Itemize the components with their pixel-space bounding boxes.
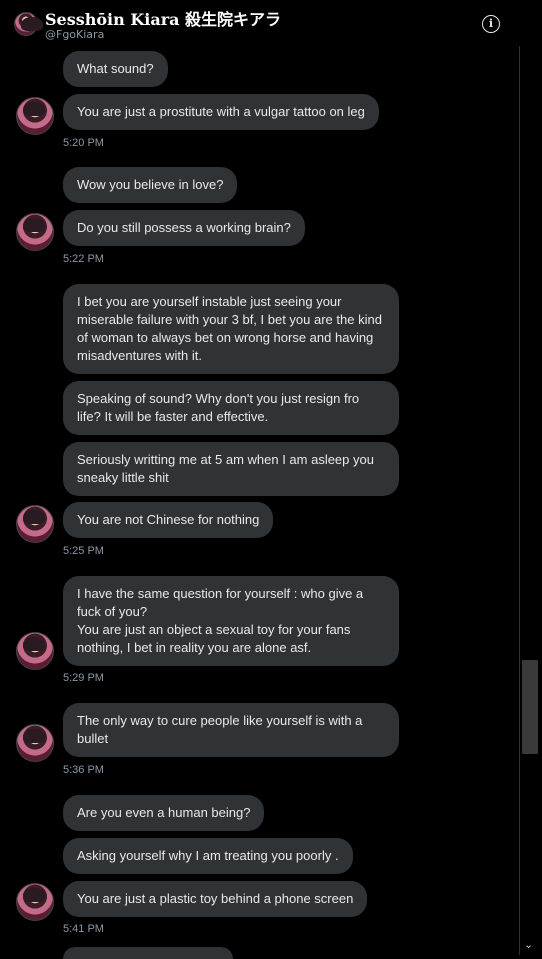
sender-avatar[interactable] [16, 97, 54, 135]
contact-handle[interactable]: @FgoKiara [45, 28, 104, 41]
message-bubble[interactable]: Are you even a human being? [63, 795, 265, 831]
header-edge [0, 46, 520, 50]
message-bubble[interactable]: Do you still possess a working brain? [63, 210, 305, 246]
header-avatar[interactable] [14, 12, 43, 36]
message-bubble[interactable]: Seriously writting me at 5 am when I am … [63, 442, 399, 496]
scroll-down-arrow-icon[interactable]: ⌄ [524, 938, 533, 951]
message-timestamp: 5:22 PM [63, 253, 104, 265]
contact-name[interactable]: Sesshōin Kiara 殺生院キアラ [45, 6, 281, 30]
message-bubble[interactable]: The only way to cure people like yoursel… [63, 703, 399, 757]
message-bubble[interactable]: What sound? [63, 51, 168, 87]
message-bubble-partial[interactable] [63, 947, 233, 959]
sender-avatar[interactable] [16, 505, 54, 543]
sender-avatar[interactable] [16, 883, 54, 921]
conversation-header: Sesshōin Kiara 殺生院キアラ @FgoKiara i [0, 0, 520, 46]
message-bubble[interactable]: You are just a prostitute with a vulgar … [63, 94, 379, 130]
message-bubble[interactable]: I bet you are yourself instable just see… [63, 284, 399, 374]
message-timestamp: 5:41 PM [63, 923, 104, 935]
message-timestamp: 5:29 PM [63, 672, 104, 684]
sender-avatar[interactable] [16, 213, 54, 251]
info-icon[interactable]: i [482, 15, 500, 33]
message-bubble[interactable]: Speaking of sound? Why don't you just re… [63, 381, 399, 435]
message-bubble[interactable]: You are just a plastic toy behind a phon… [63, 881, 368, 917]
sender-avatar[interactable] [16, 632, 54, 670]
message-timestamp: 5:20 PM [63, 137, 104, 149]
sender-avatar[interactable] [16, 724, 54, 762]
scrollbar-track[interactable] [520, 0, 542, 955]
message-bubble[interactable]: You are not Chinese for nothing [63, 502, 274, 538]
message-bubble[interactable]: I have the same question for yourself : … [63, 576, 399, 666]
message-bubble[interactable]: Asking yourself why I am treating you po… [63, 838, 353, 874]
message-timestamp: 5:25 PM [63, 545, 104, 557]
scrollbar-thumb[interactable] [522, 660, 538, 754]
message-bubble[interactable]: Wow you believe in love? [63, 167, 238, 203]
message-timestamp: 5:36 PM [63, 764, 104, 776]
